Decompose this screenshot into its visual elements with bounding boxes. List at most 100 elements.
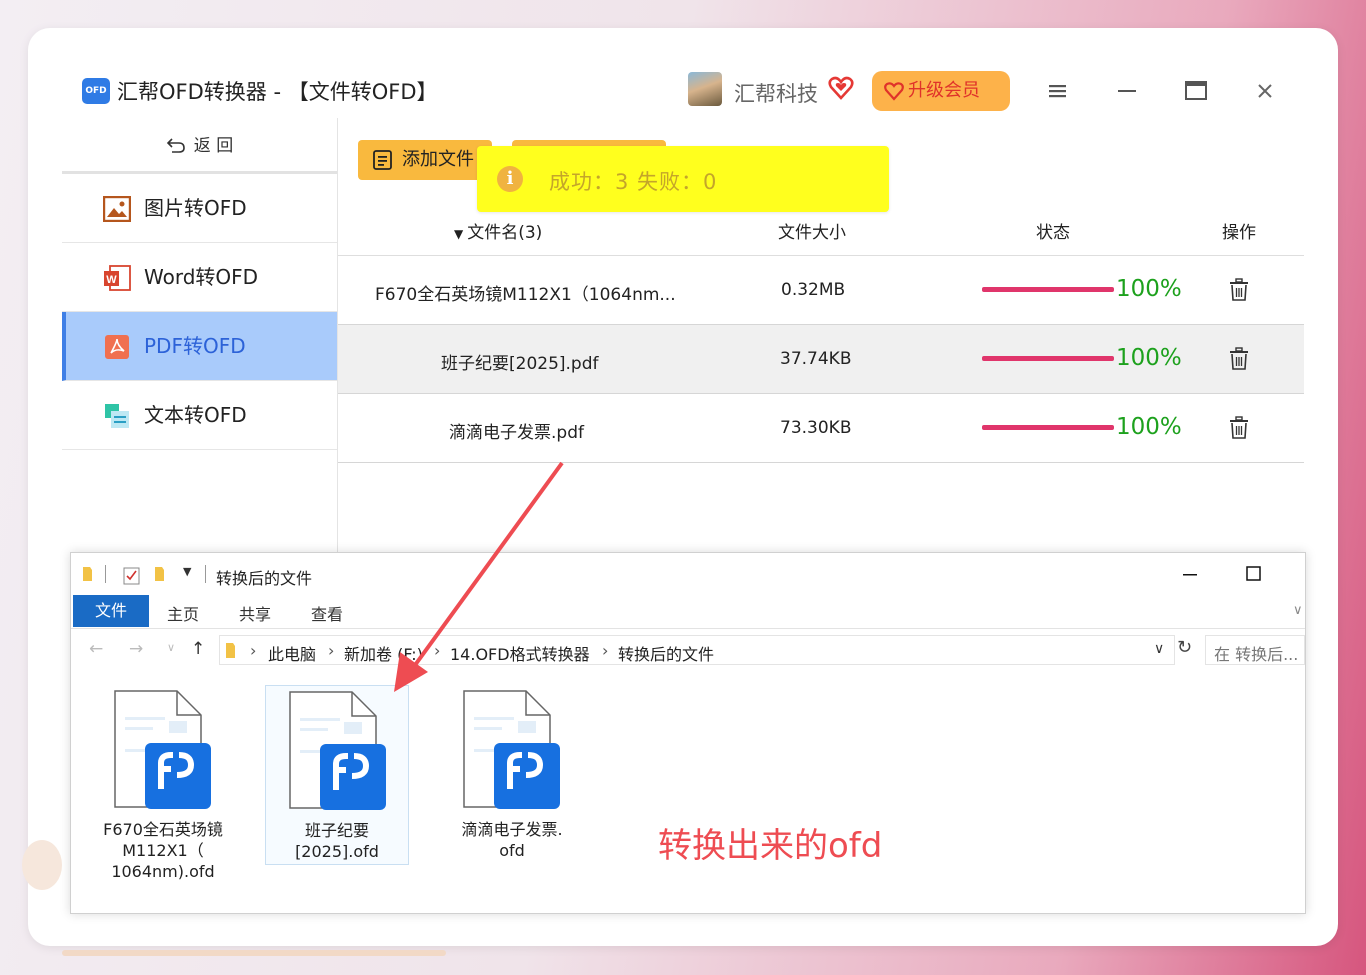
close-icon[interactable]	[1250, 76, 1280, 106]
text-icon	[105, 404, 129, 428]
file-name: 班子纪要 [2025].ofd	[266, 820, 408, 862]
breadcrumb-separator-icon: ›	[250, 641, 257, 660]
file-name-line: 1064nm).ofd	[111, 862, 215, 881]
table-row[interactable]: 班子纪要[2025].pdf 37.74KB 100%	[338, 325, 1304, 394]
file-size-cell: 0.32MB	[781, 280, 846, 300]
decorative-blob	[22, 840, 62, 890]
progress-percent: 100%	[1116, 276, 1182, 302]
up-arrow-icon[interactable]: ↑	[191, 639, 205, 659]
column-size-header: 文件大小	[778, 223, 846, 243]
file-name-cell: 班子纪要[2025].pdf	[441, 354, 599, 374]
breadcrumb-item[interactable]: 新加卷 (F:)	[344, 641, 423, 665]
breadcrumb-separator-icon: ›	[328, 641, 335, 660]
add-file-button[interactable]: 添加文件	[358, 140, 492, 180]
file-item[interactable]: F670全石英场镜 M112X1（ 1064nm).ofd	[91, 685, 235, 881]
table-row[interactable]: 滴滴电子发票.pdf 73.30KB 100%	[338, 394, 1304, 463]
maximize-icon[interactable]	[1181, 76, 1211, 106]
file-name-line: 滴滴电子发票.	[461, 820, 563, 839]
refresh-icon[interactable]: ↻	[1177, 637, 1192, 658]
pdf-icon	[105, 335, 129, 359]
vip-diamond-icon	[884, 82, 904, 101]
ribbon-expand-icon[interactable]: ∨	[1293, 603, 1303, 618]
ofd-file-icon	[463, 690, 560, 809]
info-icon: i	[497, 166, 523, 192]
explorer-title: 转换后的文件	[216, 569, 313, 588]
sidebar: 返 回 图片转OFD W Word转OFD PDF转OFD 文本转OFD	[62, 118, 338, 558]
sidebar-item-image-to-ofd[interactable]: 图片转OFD	[62, 174, 337, 243]
app-logo-icon: OFD	[82, 78, 110, 104]
vip-heart-icon	[828, 76, 854, 100]
tab-share[interactable]: 共享	[239, 601, 271, 625]
add-file-icon	[373, 150, 392, 170]
sidebar-item-label: PDF转OFD	[144, 334, 246, 358]
column-status-header: 状态	[1036, 223, 1070, 243]
file-name-line: F670全石英场镜	[103, 820, 223, 839]
file-name-line: 班子纪要	[304, 821, 369, 840]
trash-icon[interactable]	[1228, 347, 1250, 371]
table-row[interactable]: F670全石英场镜M112X1（1064nm... 0.32MB 100%	[338, 256, 1304, 325]
breadcrumb-separator-icon: ›	[602, 641, 609, 660]
ofd-file-icon	[114, 690, 211, 809]
file-item[interactable]: 滴滴电子发票. ofd	[440, 685, 584, 865]
image-icon	[103, 196, 131, 222]
tab-file[interactable]: 文件	[73, 595, 149, 627]
properties-check-icon[interactable]	[123, 565, 141, 585]
breadcrumb-item[interactable]: 转换后的文件	[618, 641, 714, 665]
account-name[interactable]: 汇帮科技	[734, 78, 818, 108]
annotation-text: 转换出来的ofd	[658, 826, 883, 866]
progress-bar	[982, 356, 1114, 361]
avatar[interactable]	[688, 72, 722, 106]
file-size-cell: 37.74KB	[780, 349, 852, 369]
file-name-line: M112X1（	[122, 841, 204, 860]
breadcrumb-separator-icon: ›	[434, 641, 441, 660]
decorative-strip	[62, 950, 446, 956]
upgrade-vip-button[interactable]: 升级会员	[872, 71, 1010, 111]
sidebar-item-pdf-to-ofd[interactable]: PDF转OFD	[62, 312, 337, 381]
breadcrumb-item[interactable]: 14.OFD格式转换器	[450, 641, 590, 665]
sidebar-item-word-to-ofd[interactable]: W Word转OFD	[62, 243, 337, 312]
file-size-cell: 73.30KB	[780, 418, 852, 438]
progress-bar	[982, 287, 1114, 292]
upgrade-vip-label: 升级会员	[908, 80, 980, 101]
title-divider	[205, 565, 206, 583]
back-button[interactable]: 返 回	[62, 118, 337, 174]
minimize-icon[interactable]	[1112, 76, 1142, 106]
address-bar[interactable]: › 此电脑 › 新加卷 (F:) › 14.OFD格式转换器 › 转换后的文件 …	[219, 635, 1175, 665]
file-name-line: ofd	[499, 841, 525, 860]
menu-icon[interactable]	[1042, 76, 1072, 106]
file-item-selected[interactable]: 班子纪要 [2025].ofd	[265, 685, 409, 865]
app-title: 汇帮OFD转换器 - 【文件转OFD】	[117, 80, 438, 104]
forward-arrow-icon[interactable]: →	[129, 639, 143, 659]
svg-text:W: W	[106, 274, 117, 286]
minimize-icon[interactable]	[1175, 565, 1205, 585]
column-name-header[interactable]: ▼ 文件名(3)	[454, 218, 542, 243]
tab-view[interactable]: 查看	[311, 601, 343, 625]
column-action-header: 操作	[1222, 223, 1256, 243]
title-bar: OFD 汇帮OFD转换器 - 【文件转OFD】 汇帮科技 升级会员	[62, 58, 1304, 118]
file-name-cell: 滴滴电子发票.pdf	[449, 423, 584, 443]
trash-icon[interactable]	[1228, 416, 1250, 440]
word-icon: W	[104, 265, 131, 291]
sidebar-item-text-to-ofd[interactable]: 文本转OFD	[62, 381, 337, 450]
maximize-icon[interactable]	[1239, 563, 1269, 585]
column-name-label: 文件名(3)	[467, 223, 543, 243]
result-toast: i 成功：3 失败：0	[477, 146, 889, 212]
trash-icon[interactable]	[1228, 278, 1250, 302]
sidebar-item-label: 文本转OFD	[144, 403, 247, 427]
sidebar-item-label: Word转OFD	[144, 265, 259, 289]
progress-percent: 100%	[1116, 345, 1182, 371]
tab-home[interactable]: 主页	[167, 601, 199, 625]
toast-message: 成功：3 失败：0	[549, 170, 718, 194]
back-arrow-icon[interactable]: ←	[89, 639, 103, 659]
recent-dropdown-icon[interactable]: ∨	[167, 641, 175, 654]
back-arrow-icon	[166, 138, 185, 153]
new-folder-icon[interactable]	[153, 565, 169, 583]
address-dropdown-icon[interactable]: ∨	[1154, 641, 1164, 657]
file-name: 滴滴电子发票. ofd	[440, 819, 584, 861]
search-input[interactable]: 在 转换后...	[1205, 635, 1305, 665]
ribbon-tabs: 文件 主页 共享 查看 ∨	[71, 595, 1305, 629]
breadcrumb-item[interactable]: 此电脑	[268, 641, 316, 665]
progress-percent: 100%	[1116, 414, 1182, 440]
file-name-line: [2025].ofd	[295, 842, 379, 861]
quick-access-dropdown-icon[interactable]: ▼	[183, 565, 191, 578]
